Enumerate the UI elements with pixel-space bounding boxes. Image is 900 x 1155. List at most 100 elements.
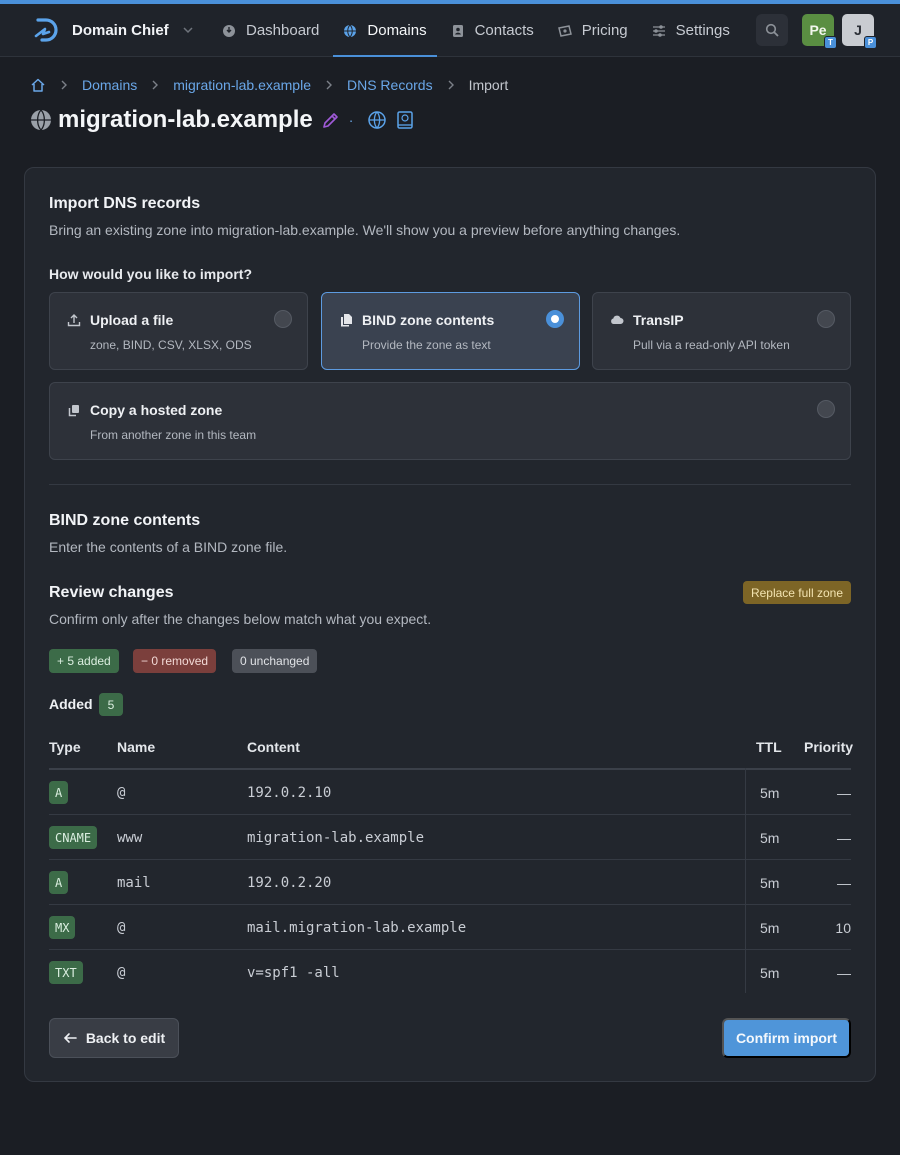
home-icon[interactable] bbox=[30, 77, 46, 93]
breadcrumb-domains[interactable]: Domains bbox=[82, 77, 137, 93]
record-ttl: 5m bbox=[760, 875, 780, 891]
column-header-name: Name bbox=[117, 739, 156, 755]
record-content: mail.migration-lab.example bbox=[247, 920, 467, 936]
upload-icon bbox=[67, 314, 81, 327]
breadcrumb-dns-records[interactable]: DNS Records bbox=[347, 77, 433, 93]
record-name: @ bbox=[117, 920, 126, 936]
documents-icon bbox=[341, 314, 352, 327]
added-count-pill: + 5 added bbox=[49, 649, 119, 673]
dashboard-icon bbox=[223, 24, 235, 37]
option-bind-zone[interactable]: BIND zone contents Provide the zone as t… bbox=[321, 292, 580, 370]
section-divider bbox=[49, 484, 851, 485]
option-title: Upload a file bbox=[90, 312, 174, 328]
back-to-edit-button[interactable]: Back to edit bbox=[49, 1018, 179, 1058]
nav-item-dashboard[interactable]: Dashboard bbox=[212, 4, 329, 57]
chevron-right-icon bbox=[152, 80, 159, 90]
radio-upload-file[interactable] bbox=[274, 310, 292, 328]
nav-label: Contacts bbox=[474, 22, 534, 39]
column-header-content: Content bbox=[247, 739, 300, 755]
option-desc: Pull via a read-only API token bbox=[633, 338, 790, 352]
record-content: 192.0.2.20 bbox=[247, 875, 332, 891]
record-type-badge: TXT bbox=[49, 961, 83, 984]
import-question: How would you like to import? bbox=[49, 266, 252, 282]
table-row[interactable]: TXT @ v=spf1 -all 5m — bbox=[49, 950, 851, 995]
record-content: v=spf1 -all bbox=[247, 965, 340, 981]
record-priority: — bbox=[837, 785, 851, 801]
confirm-import-button[interactable]: Confirm import bbox=[722, 1018, 851, 1058]
copy-icon bbox=[68, 405, 79, 417]
brand[interactable]: Domain Chief bbox=[32, 14, 195, 46]
breadcrumb-domain[interactable]: migration-lab.example bbox=[173, 77, 311, 93]
sliders-icon bbox=[652, 24, 665, 37]
nav-right: Pe T J P bbox=[756, 14, 877, 49]
replace-mode-badge: Replace full zone bbox=[742, 581, 851, 604]
nav-item-contacts[interactable]: Contacts bbox=[441, 4, 544, 57]
cloud-icon bbox=[611, 315, 624, 324]
avatar-initials: J bbox=[854, 22, 862, 38]
radio-copy-hosted-zone[interactable] bbox=[817, 400, 835, 418]
record-ttl: 5m bbox=[760, 965, 780, 981]
option-title: TransIP bbox=[633, 312, 684, 328]
record-ttl: 5m bbox=[760, 920, 780, 936]
search-button[interactable] bbox=[756, 14, 788, 46]
option-upload-file[interactable]: Upload a file zone, BIND, CSV, XLSX, ODS bbox=[49, 292, 308, 370]
added-count-badge: 5 bbox=[99, 693, 123, 716]
option-copy-hosted-zone[interactable]: Copy a hosted zone From another zone in … bbox=[49, 382, 851, 460]
review-description: Confirm only after the changes below mat… bbox=[49, 611, 432, 627]
option-transip[interactable]: TransIP Pull via a read-only API token bbox=[592, 292, 851, 370]
column-header-ttl: TTL bbox=[756, 739, 782, 755]
nav-item-settings[interactable]: Settings bbox=[642, 4, 740, 57]
globe-icon bbox=[344, 24, 357, 38]
contact-card-icon bbox=[452, 24, 463, 37]
record-ttl: 5m bbox=[760, 830, 780, 846]
dns-globe-icon[interactable] bbox=[367, 110, 387, 130]
pencil-icon[interactable] bbox=[321, 110, 341, 130]
registry-book-icon[interactable] bbox=[395, 110, 415, 130]
breadcrumb-current: Import bbox=[468, 77, 509, 93]
record-ttl: 5m bbox=[760, 785, 780, 801]
nav-item-pricing[interactable]: Pricing bbox=[548, 4, 638, 57]
nav-label: Settings bbox=[675, 22, 730, 39]
globe-icon bbox=[31, 109, 51, 131]
table-row[interactable]: MX @ mail.migration-lab.example 5m 10 bbox=[49, 905, 851, 950]
table-row[interactable]: A mail 192.0.2.20 5m — bbox=[49, 860, 851, 905]
nav-label: Pricing bbox=[581, 22, 628, 39]
record-name: @ bbox=[117, 785, 126, 801]
radio-transip[interactable] bbox=[817, 310, 835, 328]
record-priority: 10 bbox=[835, 920, 851, 936]
record-type-badge: A bbox=[49, 871, 69, 894]
option-desc: Provide the zone as text bbox=[362, 338, 491, 352]
top-navbar: Domain Chief Dashboard Domains Contacts bbox=[0, 4, 900, 57]
record-name: mail bbox=[117, 875, 151, 891]
radio-bind-zone[interactable] bbox=[546, 310, 564, 328]
import-card: Import DNS records Bring an existing zon… bbox=[24, 167, 876, 1082]
nav-label: Dashboard bbox=[246, 22, 320, 39]
avatar-badge: T bbox=[824, 36, 837, 49]
record-content: 192.0.2.10 bbox=[247, 785, 332, 801]
record-priority: — bbox=[837, 965, 851, 981]
main-nav: Dashboard Domains Contacts Pricing Setti… bbox=[212, 4, 744, 57]
chevron-down-icon bbox=[183, 27, 193, 34]
avatar-team[interactable]: Pe T bbox=[802, 14, 837, 49]
import-heading: Import DNS records bbox=[49, 195, 201, 212]
money-icon bbox=[557, 24, 572, 37]
table-row[interactable]: A @ 192.0.2.10 5m — bbox=[49, 770, 851, 815]
added-section-label: Added bbox=[49, 696, 93, 712]
chevron-right-icon bbox=[61, 80, 67, 90]
unchanged-count-pill: 0 unchanged bbox=[232, 649, 318, 673]
page-title-row: migration-lab.example · bbox=[30, 104, 415, 136]
record-priority: — bbox=[837, 875, 851, 891]
option-title: Copy a hosted zone bbox=[90, 402, 223, 418]
avatar-initials: Pe bbox=[809, 22, 827, 38]
nav-item-domains[interactable]: Domains bbox=[333, 4, 437, 57]
column-header-priority: Priority bbox=[804, 739, 854, 755]
chevron-right-icon bbox=[326, 80, 332, 90]
separator-dot: · bbox=[348, 112, 354, 128]
record-type-badge: CNAME bbox=[49, 826, 98, 849]
avatar-user[interactable]: J P bbox=[842, 14, 877, 49]
back-label: Back to edit bbox=[85, 1030, 166, 1046]
breadcrumb: Domains migration-lab.example DNS Record… bbox=[30, 75, 508, 95]
table-row[interactable]: CNAME www migration-lab.example 5m — bbox=[49, 815, 851, 860]
record-name: @ bbox=[117, 965, 126, 981]
avatar-badge: P bbox=[864, 36, 877, 49]
